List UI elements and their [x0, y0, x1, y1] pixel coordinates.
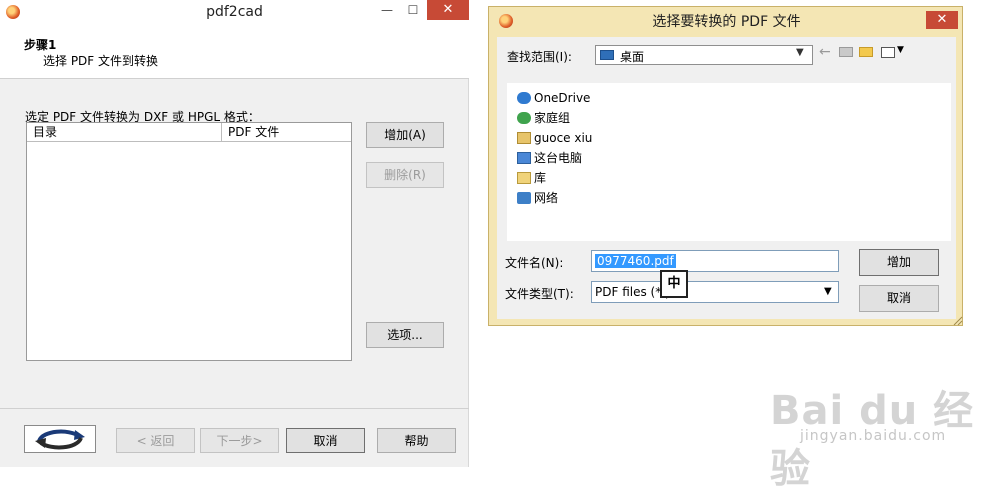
title-bar: pdf2cad — ☐ ✕ — [0, 0, 469, 26]
help-button[interactable]: 帮助 — [377, 428, 456, 453]
dialog-body: 查找范围(I): 桌面 ▼ ← ▼ OneDrive 家庭组 guoce xiu… — [497, 37, 956, 319]
resize-grip-icon[interactable] — [951, 314, 963, 326]
look-in-dropdown[interactable]: 桌面 ▼ — [595, 45, 813, 65]
filename-label: 文件名(N): — [505, 256, 564, 270]
footer-divider — [0, 408, 469, 409]
network-icon — [517, 192, 531, 204]
user-folder-icon — [517, 132, 531, 144]
place-label: OneDrive — [534, 91, 591, 105]
view-dropdown-arrow-icon[interactable]: ▼ — [897, 45, 904, 55]
convert-arrows-icon — [35, 429, 85, 450]
add-button[interactable]: 增加(A) — [366, 122, 444, 148]
computer-icon — [517, 152, 531, 164]
filetype-dropdown[interactable]: PDF files (*.p ▼ — [591, 281, 839, 303]
library-icon — [517, 172, 531, 184]
up-folder-icon[interactable] — [839, 47, 853, 57]
dialog-close-button[interactable]: ✕ — [926, 11, 958, 29]
place-label: 网络 — [534, 191, 559, 205]
pdf2cad-logo — [24, 425, 96, 453]
place-label: 库 — [534, 171, 547, 185]
dialog-add-button[interactable]: 增加 — [859, 249, 939, 276]
place-item-onedrive[interactable]: OneDrive — [517, 89, 590, 107]
pdf2cad-window: pdf2cad — ☐ ✕ 步骤1 选择 PDF 文件到转换 选定 PDF 文件… — [0, 0, 469, 467]
place-item-homegroup[interactable]: 家庭组 — [517, 109, 570, 127]
place-item-this-pc[interactable]: 这台电脑 — [517, 149, 582, 167]
dialog-title: 选择要转换的 PDF 文件 — [652, 14, 801, 30]
cloud-icon — [517, 92, 531, 104]
homegroup-icon — [517, 112, 531, 124]
new-folder-icon[interactable] — [859, 47, 873, 57]
next-button[interactable]: 下一步> — [200, 428, 279, 453]
dialog-cancel-button[interactable]: 取消 — [859, 285, 939, 312]
maximize-button[interactable]: ☐ — [401, 0, 425, 20]
filename-input[interactable]: 0977460.pdf — [591, 250, 839, 272]
watermark-url: jingyan.baidu.com — [800, 428, 947, 444]
close-button[interactable]: ✕ — [427, 0, 469, 20]
file-list[interactable]: 目录 PDF 文件 — [26, 122, 352, 361]
place-label: guoce xiu — [534, 131, 593, 145]
place-item-library[interactable]: 库 — [517, 169, 546, 187]
column-header-pdf-file[interactable]: PDF 文件 — [222, 123, 351, 142]
cancel-button[interactable]: 取消 — [286, 428, 365, 453]
ime-indicator: 中 — [660, 270, 688, 298]
delete-button[interactable]: 删除(R) — [366, 162, 444, 188]
view-menu-icon[interactable] — [881, 47, 895, 58]
place-label: 家庭组 — [534, 111, 571, 125]
chevron-down-icon[interactable]: ▼ — [824, 282, 832, 302]
filename-value: 0977460.pdf — [595, 254, 676, 268]
open-file-dialog: 选择要转换的 PDF 文件 ✕ 查找范围(I): 桌面 ▼ ← ▼ OneDri… — [488, 6, 963, 326]
step-title: 步骤1 — [24, 38, 57, 52]
back-button[interactable]: < 返回 — [116, 428, 195, 453]
filetype-label: 文件类型(T): — [505, 287, 574, 301]
place-label: 这台电脑 — [534, 151, 583, 165]
desktop-icon — [600, 50, 614, 60]
look-in-label: 查找范围(I): — [507, 50, 572, 64]
place-item-network[interactable]: 网络 — [517, 189, 558, 207]
back-arrow-icon[interactable]: ← — [819, 44, 831, 60]
place-item-user[interactable]: guoce xiu — [517, 129, 592, 147]
minimize-button[interactable]: — — [375, 0, 399, 20]
options-button[interactable]: 选项... — [366, 322, 444, 348]
chevron-down-icon[interactable]: ▼ — [796, 47, 804, 58]
column-header-directory[interactable]: 目录 — [27, 123, 222, 142]
places-list: OneDrive 家庭组 guoce xiu 这台电脑 库 网络 — [507, 83, 951, 241]
step-description: 选择 PDF 文件到转换 — [43, 54, 159, 68]
look-in-value: 桌面 — [620, 50, 645, 64]
